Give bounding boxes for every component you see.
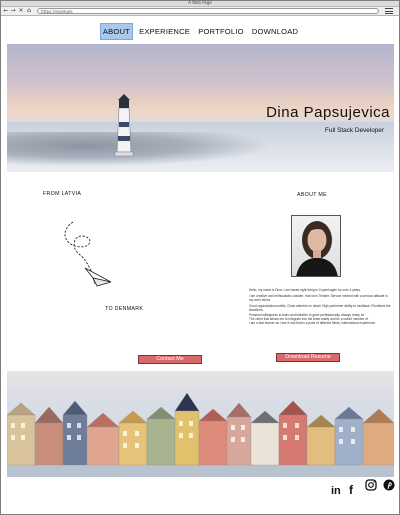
nav-link-portfolio[interactable]: PORTFOLIO xyxy=(196,24,246,39)
contact-me-button[interactable]: Contact Me xyxy=(138,355,202,364)
linkedin-glyph: in xyxy=(331,485,341,497)
back-arrow-icon[interactable]: ← xyxy=(3,8,9,14)
top-navigation: ABOUT EXPERIENCE PORTFOLIO DOWNLOAD xyxy=(1,23,399,40)
facebook-glyph: f xyxy=(349,483,353,497)
forward-arrow-icon[interactable]: → xyxy=(10,8,16,14)
nav-link-experience[interactable]: EXPERIENCE xyxy=(137,24,192,39)
address-bar[interactable]: https://example xyxy=(37,8,379,14)
to-label: TO DENMARK xyxy=(105,306,144,312)
download-resume-button[interactable]: Download Resume xyxy=(276,353,340,362)
paper-plane-route-illustration xyxy=(64,221,112,287)
hero-role: Full Stack Developer xyxy=(325,127,384,134)
facebook-icon[interactable]: f xyxy=(349,479,361,496)
hero-rocks xyxy=(7,132,267,166)
close-icon[interactable]: × xyxy=(18,8,24,14)
window-title: A Web Page xyxy=(188,0,212,5)
nav-link-about[interactable]: ABOUT xyxy=(99,23,133,40)
hamburger-menu-icon[interactable] xyxy=(385,8,393,14)
home-icon[interactable]: ⌂ xyxy=(26,8,32,14)
browser-toolbar: ← → × ⌂ https://example xyxy=(1,7,399,16)
hero-banner: Dina Papsujevica Full Stack Developer xyxy=(7,44,394,172)
building-row xyxy=(7,392,394,466)
about-paragraph: I am creative and enthusiastic outsider.… xyxy=(249,294,388,303)
lighthouse-image xyxy=(114,94,134,157)
about-text: Hello, my name is Dina. I am based right… xyxy=(249,288,391,327)
instagram-icon[interactable] xyxy=(365,479,377,491)
social-links: in f xyxy=(329,479,399,497)
about-paragraph: I am a fast learner as I see it and that… xyxy=(249,321,376,326)
hero-name: Dina Papsujevica xyxy=(266,104,390,121)
nav-link-download[interactable]: DOWNLOAD xyxy=(250,24,300,39)
from-label: FROM LATVIA xyxy=(43,191,82,197)
about-paragraph: Hello, my name is Dina. I am based right… xyxy=(249,288,361,292)
linkedin-icon[interactable]: in xyxy=(331,479,343,497)
web-page: ABOUT EXPERIENCE PORTFOLIO DOWNLOAD Dina… xyxy=(1,17,399,514)
copenhagen-houses-banner xyxy=(7,371,394,477)
pinterest-icon[interactable] xyxy=(383,479,395,491)
browser-window: A Web Page ← → × ⌂ https://example ABOUT… xyxy=(0,0,400,515)
about-paragraph: Good organizational skills, Close attent… xyxy=(249,304,391,313)
profile-photo xyxy=(291,215,341,277)
about-heading: ABOUT ME xyxy=(297,192,327,198)
